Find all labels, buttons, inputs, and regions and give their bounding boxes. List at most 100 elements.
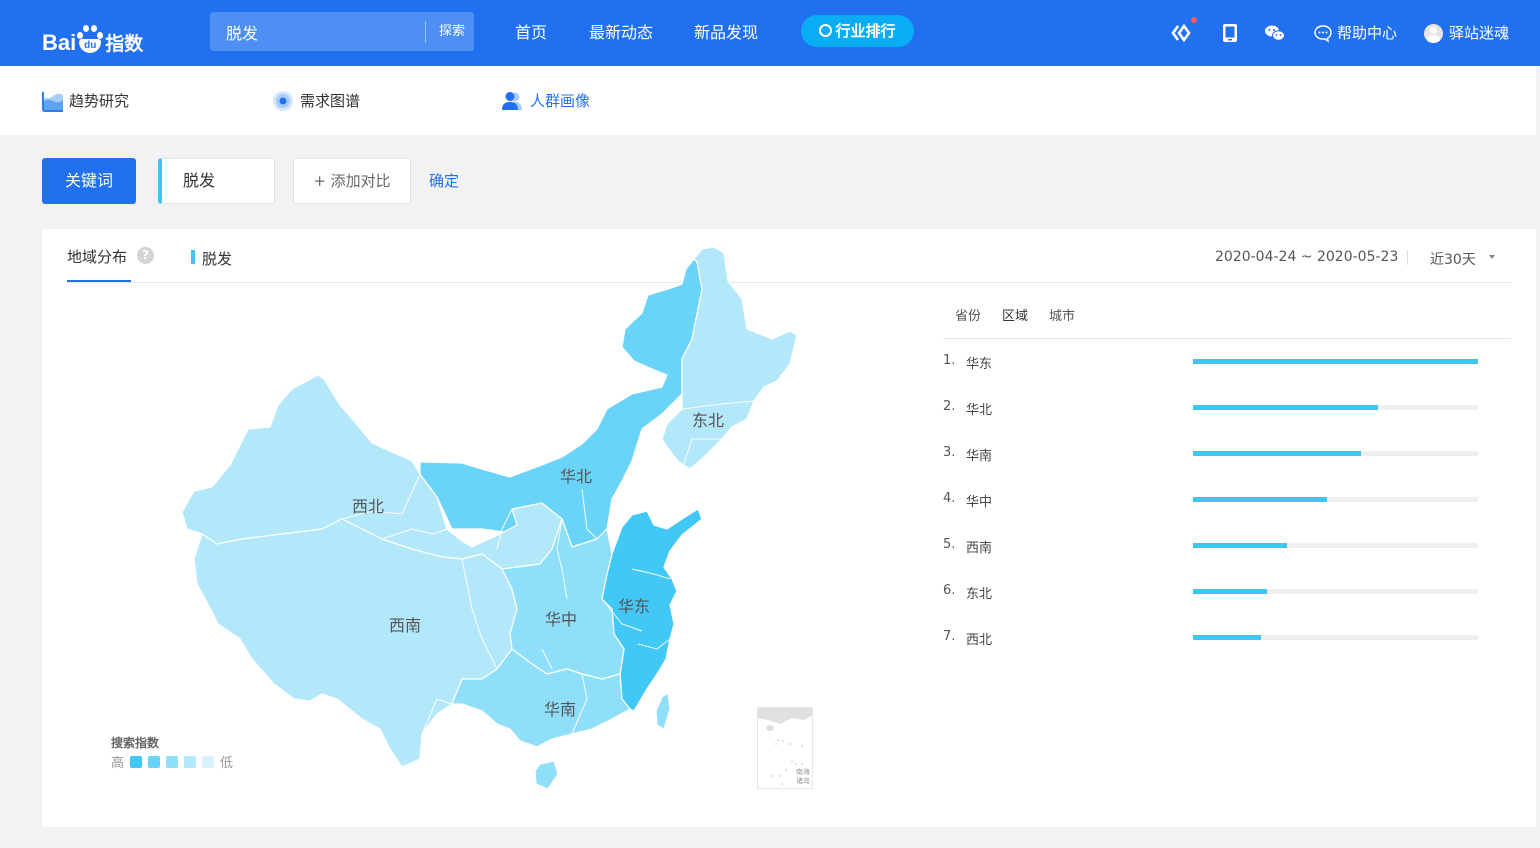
caret-down-icon[interactable] (1489, 255, 1495, 259)
south-china-sea-label: 南海 诸岛 (796, 768, 810, 785)
ranking-number: 3. (943, 445, 956, 460)
ranking-bar-fill (1193, 543, 1288, 548)
ranking-region-name: 西南 (966, 541, 993, 556)
logo-text-index: 指数 (105, 33, 144, 55)
search-box: 探索 (210, 12, 474, 51)
ranking-bar-track (1193, 451, 1478, 456)
ranking-bar-track (1193, 497, 1478, 502)
map-region-north[interactable] (419, 252, 703, 548)
search-input[interactable] (210, 12, 424, 51)
logo-text-bai: Bai (42, 30, 77, 55)
ranking-row: 7. 西北 (943, 629, 1511, 649)
ranking-bar-fill (1193, 359, 1478, 364)
nav-new-products[interactable]: 新品发现 (694, 0, 758, 66)
ranking-row: 4. 华中 (943, 491, 1511, 511)
date-range[interactable]: 2020-04-24 ~ 2020-05-23 (1215, 249, 1398, 265)
explore-button[interactable]: 探索 (430, 12, 474, 51)
ranking-bar-track (1193, 359, 1478, 364)
region-distribution-card: 地域分布 ? 脱发 2020-04-24 ~ 2020-05-23 近30天 西… (42, 229, 1536, 827)
rank-tabs: 省份 区域 城市 (955, 305, 1096, 324)
legend-high-label: 高 (111, 756, 125, 771)
ranking-number: 6. (943, 583, 956, 598)
legend-swatch-2 (148, 755, 161, 768)
rank-tabs-divider (943, 338, 1511, 339)
ranking-bar-track (1193, 543, 1478, 548)
ranking-row: 3. 华南 (943, 445, 1511, 465)
subnav-demand-graph[interactable]: 需求图谱 (272, 66, 360, 135)
username: 驿站迷魂 (1449, 24, 1510, 42)
rank-tab-region[interactable]: 区域 (1002, 305, 1028, 324)
legend-swatch-1 (130, 755, 143, 768)
demand-graph-icon (273, 90, 293, 111)
ranking-number: 7. (943, 629, 956, 644)
sub-navbar: 趋势研究 需求图谱 人群画像 (0, 66, 1540, 135)
legend-swatch-3 (166, 755, 179, 768)
ranking-region-name: 华中 (966, 495, 993, 510)
subnav-crowd-portrait[interactable]: 人群画像 (501, 66, 590, 135)
legend-low-label: 低 (220, 756, 234, 771)
map-label-north: 华北 (560, 467, 593, 486)
ranking-number: 5. (943, 537, 956, 552)
keyword-field[interactable]: 脱发 (158, 158, 275, 204)
ranking-row: 5. 西南 (943, 537, 1511, 557)
help-center-label: 帮助中心 (1337, 24, 1398, 42)
ranking-number: 1. (943, 353, 956, 368)
search-divider (425, 21, 426, 43)
ranking-bar-fill (1193, 451, 1362, 456)
ranking-row: 6. 东北 (943, 583, 1511, 603)
ranking-bar-fill (1193, 405, 1379, 410)
ranking-number: 4. (943, 491, 956, 506)
map-region-taiwan[interactable] (655, 692, 671, 730)
keyword-button[interactable]: 关键词 (42, 158, 136, 204)
ranking-region-name: 华南 (966, 449, 993, 464)
date-separator (1407, 250, 1408, 265)
subnav-trend-research[interactable]: 趋势研究 (42, 66, 129, 135)
nav-home[interactable]: 首页 (515, 0, 547, 66)
industry-rank-button[interactable]: 行业排行 (801, 15, 914, 47)
ranking-bar-track (1193, 589, 1478, 594)
chat-bubble-icon (1314, 25, 1332, 43)
ranking-region-name: 东北 (966, 587, 993, 602)
subnav-demand-graph-label: 需求图谱 (300, 92, 361, 110)
wechat-icon[interactable] (1264, 22, 1286, 44)
confirm-link[interactable]: 确定 (429, 170, 459, 191)
page-scrollbar[interactable] (1536, 66, 1540, 848)
ranking-bar-fill (1193, 635, 1262, 640)
map-region-hainan[interactable] (534, 760, 559, 790)
ranking-region-name: 华北 (966, 403, 993, 418)
period-select[interactable]: 近30天 (1430, 249, 1476, 269)
ranking-number: 2. (943, 399, 956, 414)
add-compare-button[interactable]: + 添加对比 (293, 158, 411, 204)
map-label-east: 华东 (618, 597, 651, 616)
map-region-northeast[interactable] (661, 246, 798, 470)
map-label-south: 华南 (544, 700, 577, 719)
trend-icon (42, 91, 63, 112)
subnav-crowd-portrait-label: 人群画像 (530, 92, 591, 110)
ranking-row: 1. 华东 (943, 353, 1511, 373)
industry-rank-label: 行业排行 (835, 22, 896, 40)
map-label-central: 华中 (545, 610, 578, 629)
map-label-northeast: 东北 (692, 411, 725, 430)
ranking-region-name: 华东 (966, 357, 993, 372)
index-app-icon[interactable] (1170, 22, 1192, 44)
ranking-row: 2. 华北 (943, 399, 1511, 419)
south-china-sea-inset: 南海 诸岛 (757, 707, 813, 789)
ranking-bar-fill (1193, 497, 1327, 502)
user-menu[interactable]: 驿站迷魂 (1424, 0, 1509, 66)
nav-latest-news[interactable]: 最新动态 (589, 0, 653, 66)
legend-swatch-5 (202, 755, 215, 768)
ranking-bar-fill (1193, 589, 1268, 594)
baidu-index-logo[interactable]: Bai du 指数 (42, 14, 143, 54)
legend-swatch-4 (184, 755, 197, 768)
mobile-icon[interactable] (1219, 22, 1241, 44)
help-center-link[interactable]: 帮助中心 (1313, 0, 1397, 66)
subnav-trend-research-label: 趋势研究 (69, 92, 130, 110)
notification-dot (1191, 17, 1197, 23)
rank-tab-city[interactable]: 城市 (1049, 305, 1075, 324)
crowd-portrait-icon (502, 91, 522, 110)
paw-icon: du (77, 25, 104, 54)
top-navbar: Bai du 指数 探索 首页 最新动态 新品发现 行业排行 帮助中心 驿站迷魂 (0, 0, 1540, 66)
rank-tab-province[interactable]: 省份 (955, 305, 981, 324)
china-region-map (181, 246, 798, 790)
avatar (1424, 23, 1443, 43)
